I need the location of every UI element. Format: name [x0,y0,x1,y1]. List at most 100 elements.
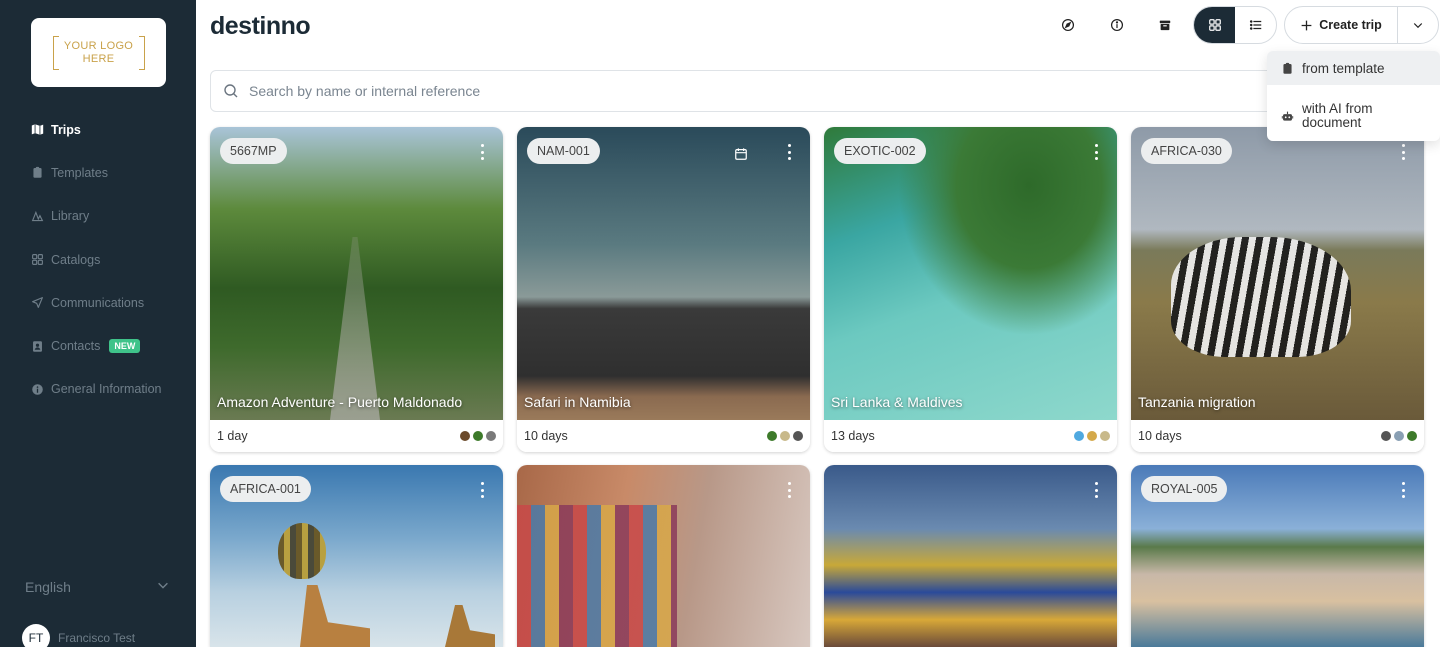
more-options-icon[interactable] [481,144,485,160]
clipboard-icon [1283,62,1292,74]
tag-icon [767,431,777,441]
tag-icon [1394,431,1404,441]
list-view-button[interactable] [1235,7,1276,43]
trip-cover-image [824,465,1117,647]
trip-duration: 10 days [1138,429,1182,443]
more-options-icon[interactable] [1095,144,1099,160]
more-options-icon[interactable] [788,482,792,498]
logo-bracket-right [138,35,145,70]
sidebar-item-label: Communications [51,295,145,310]
menu-item-from-template[interactable]: from template [1267,51,1440,85]
create-trip-button[interactable]: Create trip [1285,7,1398,43]
tag-icon [1100,431,1110,441]
create-trip-split-button: Create trip [1284,6,1439,44]
plus-icon [1301,20,1312,30]
language-selector[interactable]: English [25,578,170,595]
logo-text: YOUR LOGO HERE [64,40,133,66]
calendar-icon[interactable] [734,147,748,161]
sidebar: YOUR LOGO HERE Trips Templates Library C… [0,0,196,647]
sidebar-item-label: General Information [51,382,162,397]
menu-item-with-ai-from-document[interactable]: with AI from document [1267,91,1440,141]
trip-duration: 1 day [217,429,248,443]
trip-card[interactable] [517,465,810,647]
sidebar-item-catalogs[interactable]: Catalogs [31,238,191,281]
sidebar-item-templates[interactable]: Templates [31,151,191,194]
trip-card[interactable]: AFRICA-030 Tanzania migration 10 days [1131,127,1424,452]
avatar: FT [22,624,50,647]
more-options-icon[interactable] [788,144,792,160]
trip-cover-image [517,465,810,647]
grid-icon [1208,19,1221,31]
more-options-icon[interactable] [1402,482,1406,498]
brand-logo[interactable]: destinno [210,12,311,41]
search-input[interactable] [249,83,1249,99]
sidebar-item-communications[interactable]: Communications [31,281,191,324]
info-icon[interactable] [1105,13,1129,37]
sidebar-item-label: Templates [51,165,108,180]
trip-tags [1381,431,1417,441]
view-toggle [1193,6,1277,44]
create-trip-dropdown-toggle[interactable] [1398,7,1438,43]
more-options-icon[interactable] [1095,482,1099,498]
grid-icon [31,253,44,266]
trip-tags [767,431,803,441]
trip-cover-image [1131,127,1424,420]
create-trip-menu: from template with AI from document [1267,51,1440,141]
sidebar-item-contacts[interactable]: Contacts NEW [31,324,191,367]
list-icon [1249,20,1261,30]
trip-cover-image [210,127,503,420]
search-bar [210,70,1440,112]
tag-icon [486,431,496,441]
trip-card[interactable]: 5667MP Amazon Adventure - Puerto Maldona… [210,127,503,452]
sidebar-item-label: Trips [51,122,81,137]
trip-duration: 13 days [831,429,875,443]
sidebar-nav: Trips Templates Library Catalogs Communi… [31,108,191,411]
trip-reference-badge: EXOTIC-002 [834,138,926,164]
grid-view-button[interactable] [1194,7,1235,43]
logo-text-line1: YOUR LOGO [63,39,134,52]
company-logo[interactable]: YOUR LOGO HERE [31,18,166,87]
user-name: Francisco Test [58,631,136,645]
sidebar-item-general-information[interactable]: General Information [31,368,191,411]
trip-reference-badge: ROYAL-005 [1141,476,1228,502]
tag-icon [793,431,803,441]
trip-card[interactable]: ROYAL-005 [1131,465,1424,647]
trip-title: Sri Lanka & Maldives [831,394,963,410]
chevron-down-icon [1413,23,1423,29]
logo-text-line2: HERE [82,52,115,65]
trip-card[interactable]: EXOTIC-002 Sri Lanka & Maldives 13 days [824,127,1117,452]
archive-icon[interactable] [1153,13,1177,37]
more-options-icon[interactable] [1402,144,1406,160]
trip-title: Safari in Namibia [524,394,631,410]
tag-icon [473,431,483,441]
contact-icon [31,340,44,353]
sidebar-item-label: Library [51,209,90,224]
more-options-icon[interactable] [481,482,485,498]
trip-card-footer: 10 days [517,420,810,452]
trip-reference-badge: NAM-001 [527,138,600,164]
send-icon [31,296,44,309]
trip-reference-badge: AFRICA-001 [220,476,311,502]
logo-placeholder: YOUR LOGO HERE [52,35,145,70]
tag-icon [460,431,470,441]
trip-card[interactable] [824,465,1117,647]
user-profile[interactable]: FT Francisco Test [22,624,135,647]
trip-title: Amazon Adventure - Puerto Maldonado [217,394,463,410]
sidebar-item-label: Contacts [51,339,101,354]
robot-icon [1281,111,1294,121]
sidebar-item-trips[interactable]: Trips [31,108,191,151]
map-icon [31,123,44,136]
tag-icon [1407,431,1417,441]
trip-cover-image [517,127,810,420]
tag-icon [1074,431,1084,441]
compass-icon[interactable] [1056,13,1080,37]
sidebar-item-label: Catalogs [51,252,101,267]
trip-card[interactable]: AFRICA-001 [210,465,503,647]
tag-icon [1381,431,1391,441]
search-icon [224,84,238,98]
trip-cover-image [824,127,1117,420]
sidebar-item-library[interactable]: Library [31,195,191,238]
trip-card[interactable]: NAM-001 Safari in Namibia 10 days [517,127,810,452]
info-icon [31,383,44,396]
trip-reference-badge: AFRICA-030 [1141,138,1232,164]
